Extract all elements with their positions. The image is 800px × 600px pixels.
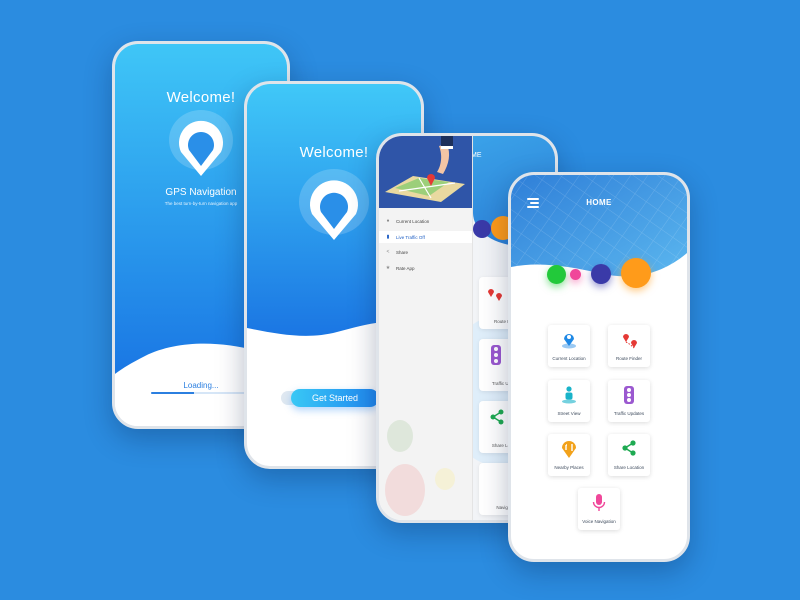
get-started-button[interactable]: Get Started xyxy=(291,389,379,407)
decor-dot-indigo xyxy=(591,264,611,284)
location-pin-icon: ● xyxy=(386,218,390,224)
traffic-light-icon xyxy=(491,345,501,365)
star-icon: ★ xyxy=(385,265,391,271)
share-icon: < xyxy=(386,249,390,255)
location-pin-logo-icon xyxy=(169,110,233,176)
drawer-item-share[interactable]: < Share xyxy=(379,246,472,258)
tile-voice-navigation[interactable]: Voice Navigation xyxy=(578,488,620,530)
share-icon xyxy=(490,409,504,425)
tile-nearby-places[interactable]: Nearby Places xyxy=(548,434,590,476)
current-location-icon xyxy=(562,334,576,349)
decor-dot-green xyxy=(547,265,566,284)
loading-progress-fill xyxy=(151,392,195,394)
drawer-item-current-location[interactable]: ● Current Location xyxy=(379,215,472,227)
drawer-item-label: Share xyxy=(396,249,409,255)
drawer-item-live-traffic[interactable]: ▮ Live Traffic Off xyxy=(379,231,472,243)
decor-dot xyxy=(473,220,491,238)
drawer-item-label: Current Location xyxy=(396,218,430,224)
navigation-drawer: ● Current Location ▮ Live Traffic Off < … xyxy=(379,136,473,520)
decor-dot-orange xyxy=(621,258,651,288)
decor-circle xyxy=(435,468,455,490)
route-finder-icon xyxy=(623,334,637,349)
tile-route-finder[interactable]: Route Finder xyxy=(608,325,650,367)
route-finder-icon xyxy=(488,289,502,301)
location-pin-logo-icon xyxy=(299,169,369,240)
share-location-icon xyxy=(622,440,636,456)
phone-home: HOME Current Location Route Finder Stree… xyxy=(508,172,690,562)
nearby-places-icon xyxy=(562,441,576,458)
tile-label: Traffic Updates xyxy=(613,411,645,416)
street-view-icon xyxy=(562,386,576,404)
tile-street-view[interactable]: Street View xyxy=(548,380,590,422)
tile-label: Share Location xyxy=(613,465,645,470)
drawer-item-label: Live Traffic Off xyxy=(396,234,425,240)
tile-label: Street View xyxy=(557,411,581,416)
tile-label: Voice Navigation xyxy=(582,519,616,524)
home-header-background xyxy=(511,175,687,277)
drawer-header xyxy=(379,136,472,208)
voice-navigation-icon xyxy=(592,494,606,511)
decor-dot-pink xyxy=(570,269,581,280)
traffic-updates-icon xyxy=(624,386,634,404)
tile-share-location[interactable]: Share Location xyxy=(608,434,650,476)
tile-label: Nearby Places xyxy=(554,465,584,470)
tile-label: Current Location xyxy=(552,356,586,361)
map-hand-illustration xyxy=(385,136,465,202)
page-title: HOME xyxy=(586,198,612,207)
decor-circle xyxy=(385,464,425,516)
loading-progress-bar xyxy=(151,392,247,394)
tile-label: Route Finder xyxy=(615,356,642,361)
drawer-item-label: Rate App xyxy=(396,265,415,271)
traffic-light-icon: ▮ xyxy=(386,234,390,240)
decor-circle xyxy=(387,420,413,452)
tile-current-location[interactable]: Current Location xyxy=(548,325,590,367)
drawer-item-rate-app[interactable]: ★ Rate App xyxy=(379,262,472,274)
tile-traffic-updates[interactable]: Traffic Updates xyxy=(608,380,650,422)
